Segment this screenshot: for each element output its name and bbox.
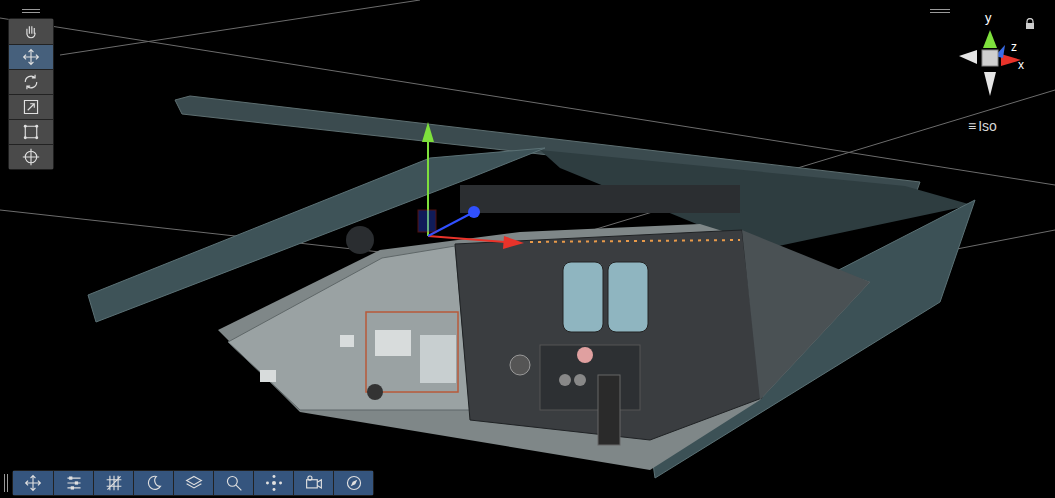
hand-tool-button[interactable] [9,19,53,44]
overlay-toolbar [12,470,374,496]
scale-icon [22,98,40,116]
grid-icon [105,474,123,492]
transform-tool-button[interactable] [9,144,53,169]
drag-handle-icon[interactable] [930,9,950,13]
axis-label[interactable]: x [1018,58,1024,72]
move-icon [22,48,40,66]
scene-view[interactable]: y z x ≡Iso [0,0,1055,498]
drag-handle-icon[interactable] [22,9,40,13]
rotate-icon [22,73,40,91]
search-tool-button[interactable] [213,471,253,495]
tool-panel [8,18,54,170]
nodes-tool-button[interactable] [253,471,293,495]
menu-glyph[interactable]: ≡ [968,117,976,135]
sliders-icon [65,474,83,492]
rect-tool-button[interactable] [9,119,53,144]
camera-icon [305,474,323,492]
projection-toggle[interactable]: ≡Iso [968,117,997,135]
projection-label[interactable]: Iso [978,117,997,135]
layers-icon [185,474,203,492]
axis-label[interactable]: y [985,10,992,26]
axis-label[interactable]: z [1011,40,1017,54]
moon-tool-button[interactable] [133,471,173,495]
orientation-gizmo[interactable]: y z x [955,12,1025,102]
compass-icon [345,474,363,492]
lock-icon[interactable] [1025,18,1035,30]
scene-canvas[interactable] [0,0,1055,498]
layers-tool-button[interactable] [173,471,213,495]
move-tool-button[interactable] [9,44,53,69]
scale-tool-button[interactable] [9,94,53,119]
axis-gizmo-icon [955,12,1025,102]
sliders-tool-button[interactable] [53,471,93,495]
search-icon [225,474,243,492]
drag-handle-icon[interactable] [4,474,8,492]
camera-tool-button[interactable] [293,471,333,495]
rect-icon [22,123,40,141]
moon-icon [145,474,163,492]
grid-tool-button[interactable] [93,471,133,495]
move-handle-icon[interactable] [418,122,524,249]
transform-icon [22,148,40,166]
move-tool-button[interactable] [13,471,53,495]
hand-icon [22,23,40,41]
nodes-icon [265,474,283,492]
compass-tool-button[interactable] [333,471,373,495]
move-icon [24,474,42,492]
rotate-tool-button[interactable] [9,69,53,94]
spaceship-model[interactable] [88,96,975,478]
